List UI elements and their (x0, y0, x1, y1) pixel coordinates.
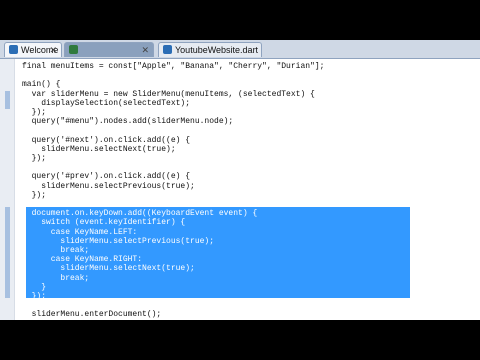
code-line: sliderMenu.enterDocument(); (22, 310, 162, 320)
code-line: switch (event.keyIdentifier) { (22, 218, 186, 228)
code-line: sliderMenu.selectNext(true); (22, 144, 176, 154)
code-line: final menuItems = const["Apple", "Banana… (22, 62, 325, 71)
code-line: }); (22, 292, 47, 301)
code-line: sliderMenu.selectNext(true); (22, 264, 195, 274)
video-frame: Welcome ✕ ✕ YoutubeWebsite.dart final me… (0, 0, 480, 360)
editor-gutter (0, 59, 15, 320)
dart-file-icon (9, 45, 18, 54)
tab-blurred[interactable]: ✕ (64, 42, 154, 57)
code-line: }); (22, 108, 47, 117)
code-line: break; (22, 246, 90, 255)
code-line: }); (22, 154, 47, 163)
code-line: }); (22, 190, 47, 200)
code-line: query("#menu").nodes.add(sliderMenu.node… (22, 117, 234, 127)
code-line: query('#prev').on.click.add((e) { (22, 172, 191, 182)
close-icon[interactable]: ✕ (141, 43, 149, 58)
dart-file-icon (163, 45, 172, 54)
close-icon[interactable]: ✕ (49, 43, 57, 58)
code-line: sliderMenu.selectPrevious(true); (22, 236, 215, 246)
code-line: displaySelection(selectedText); (22, 98, 191, 108)
change-marker (5, 91, 10, 109)
code-line: var sliderMenu = new SliderMenu(menuItem… (22, 89, 315, 99)
code-line: case KeyName.LEFT: (22, 227, 138, 237)
tab-youtubewebsite[interactable]: YoutubeWebsite.dart (158, 42, 262, 57)
code-line: sliderMenu.selectPrevious(true); (22, 181, 195, 191)
dart-file-icon (69, 45, 78, 54)
change-marker (5, 207, 10, 298)
tab-welcome[interactable]: Welcome ✕ (4, 42, 62, 57)
code-line: break; (22, 273, 90, 283)
code-line: case KeyName.RIGHT: (22, 255, 143, 265)
code-line: document.on.keyDown.add((KeyboardEvent e… (22, 209, 258, 219)
code-line: } (22, 282, 47, 292)
code-line: query('#next').on.click.add((e) { (22, 135, 191, 145)
tab-label: YoutubeWebsite.dart (175, 45, 259, 55)
code-line: main() { (22, 80, 61, 90)
editor-tab-bar: Welcome ✕ ✕ YoutubeWebsite.dart (0, 40, 480, 59)
code-editor[interactable]: final menuItems = const["Apple", "Banana… (0, 59, 480, 320)
